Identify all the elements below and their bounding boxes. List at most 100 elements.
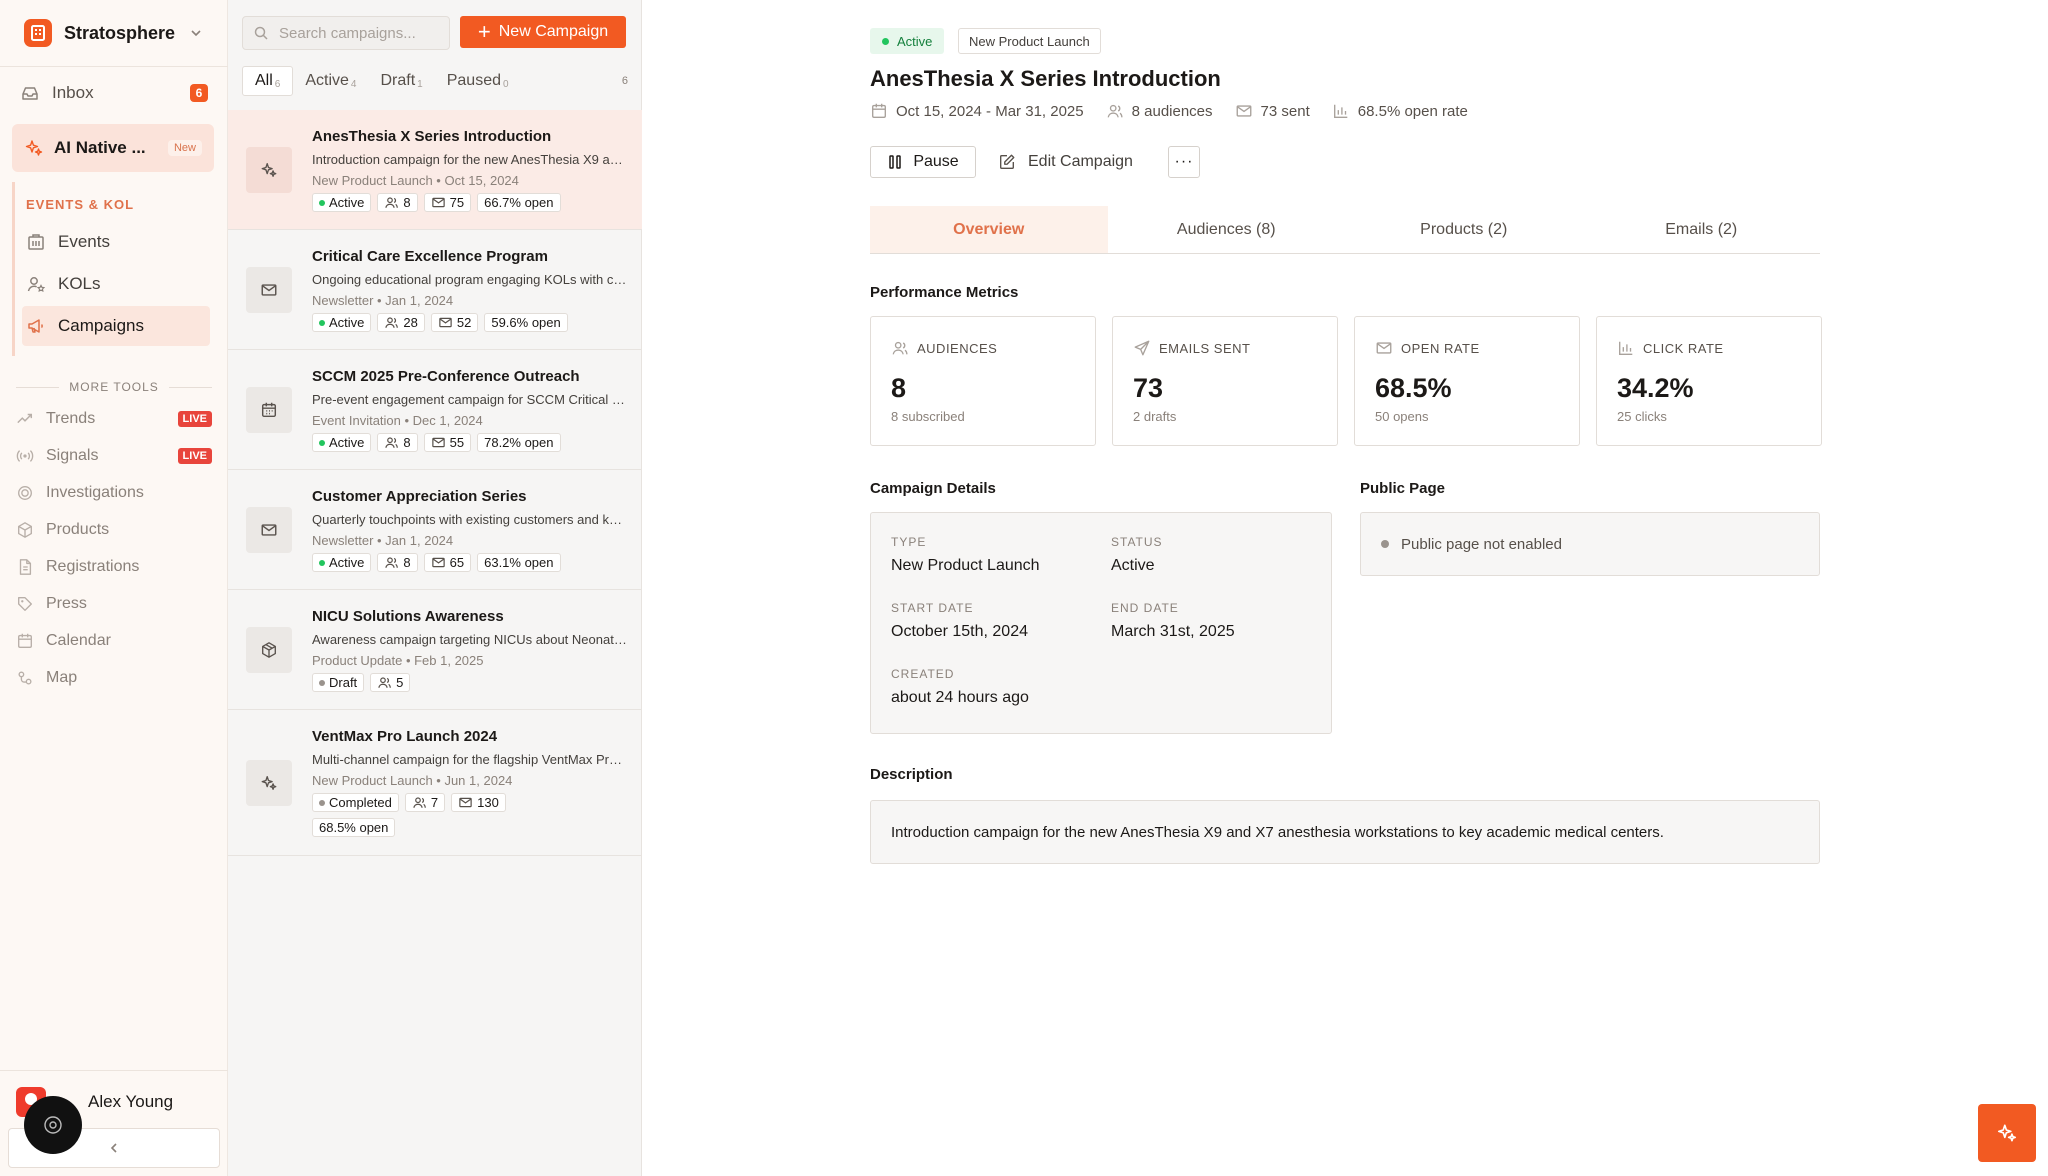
section-heading: Public Page: [1360, 480, 1446, 497]
metric-value: 34.2%: [1617, 373, 1694, 403]
group-title: EVENTS & KOL: [26, 197, 135, 212]
campaign-description: Introduction campaign for the new AnesTh…: [312, 152, 628, 167]
more-tools-label: MORE TOOLS: [69, 380, 159, 394]
sidebar-item-campaigns[interactable]: Campaigns: [22, 306, 210, 346]
metric-label: OPEN RATE: [1401, 340, 1480, 356]
inbox-icon: [20, 83, 40, 103]
audience-count: 5: [370, 673, 411, 692]
campaign-list-panel: + New Campaign All6 Active4 Draft1 Pause…: [228, 0, 642, 1176]
open-rate-summary: 68.5% open rate: [1357, 102, 1468, 120]
search-box[interactable]: [242, 16, 450, 50]
email-count-text: 55: [449, 435, 465, 450]
users-icon: [377, 675, 392, 690]
record-button[interactable]: [24, 1096, 82, 1154]
mail-icon: [431, 435, 446, 450]
sidebar-item-products[interactable]: Products: [16, 515, 212, 545]
sidebar-item-trends[interactable]: Trends LIVE: [16, 404, 212, 434]
campaign-card[interactable]: Critical Care Excellence Program Ongoing…: [228, 230, 642, 350]
ai-assistant-button[interactable]: [1978, 1104, 2036, 1162]
campaign-meta: Product Update • Feb 1, 2025: [312, 653, 484, 668]
more-tools-heading: MORE TOOLS: [16, 380, 213, 394]
campaign-card[interactable]: AnesThesia X Series Introduction Introdu…: [228, 110, 642, 230]
tab-products[interactable]: Products (2): [1345, 206, 1583, 253]
workspace-switcher[interactable]: Stratosphere: [24, 19, 204, 47]
audience-count: 8: [377, 553, 418, 572]
record-icon: [42, 1114, 64, 1136]
field-value: about 24 hours ago: [891, 689, 1029, 706]
users-icon: [384, 435, 399, 450]
pause-icon: [887, 154, 903, 170]
sidebar-item-calendar[interactable]: Calendar: [16, 626, 212, 656]
search-input[interactable]: [279, 24, 429, 42]
send-icon: [1133, 339, 1151, 357]
pause-button[interactable]: Pause: [870, 146, 976, 178]
bar-chart-icon: [1332, 102, 1350, 120]
campaign-title: Critical Care Excellence Program: [312, 248, 548, 265]
description-panel: Introduction campaign for the new AnesTh…: [870, 800, 1820, 864]
tab-overview[interactable]: Overview: [870, 206, 1108, 253]
campaign-details-panel: TYPE New Product Launch STATUS Active STAR…: [870, 512, 1332, 734]
status-text: Completed: [329, 795, 392, 810]
new-campaign-button[interactable]: + New Campaign: [460, 16, 626, 48]
sidebar-item-signals[interactable]: Signals LIVE: [16, 441, 212, 471]
filter-active[interactable]: Active 4: [293, 66, 368, 96]
type-badge: New Product Launch: [958, 28, 1101, 54]
document-icon: [16, 558, 34, 576]
status-badge: Active: [312, 553, 372, 572]
sidebar-item-investigations[interactable]: Investigations: [16, 478, 212, 508]
filter-count: 6: [274, 78, 281, 90]
mail-icon: [1375, 339, 1393, 357]
search-icon: [253, 25, 269, 41]
calendar-icon: [16, 632, 34, 650]
campaign-description: Quarterly touchpoints with existing cust…: [312, 512, 628, 527]
metric-subtext: 50 opens: [1375, 409, 1429, 424]
field-label: END DATE: [1111, 601, 1179, 615]
sidebar-item-label: Products: [46, 521, 110, 538]
sidebar-item-events[interactable]: Events: [22, 222, 210, 262]
sidebar-item-map[interactable]: Map: [16, 663, 212, 693]
chevron-left-icon: [106, 1140, 122, 1156]
sidebar-item-ai-native[interactable]: AI Native ... New: [12, 124, 214, 172]
sparkles-icon: [260, 774, 278, 792]
tab-emails[interactable]: Emails (2): [1583, 206, 1821, 253]
campaign-card[interactable]: SCCM 2025 Pre-Conference Outreach Pre-ev…: [228, 350, 642, 470]
mail-icon: [260, 281, 278, 299]
campaign-meta: New Product Launch • Oct 15, 2024: [312, 173, 519, 188]
plus-icon: +: [477, 19, 491, 44]
campaign-card[interactable]: VentMax Pro Launch 2024 Multi-channel ca…: [228, 710, 642, 856]
sidebar-item-inbox[interactable]: Inbox 6: [16, 73, 212, 113]
sidebar-item-registrations[interactable]: Registrations: [16, 552, 212, 582]
sidebar-item-label: AI Native ...: [54, 138, 146, 157]
field-value: March 31st, 2025: [1111, 623, 1235, 640]
email-count-text: 52: [456, 315, 472, 330]
brand-name: Stratosphere: [64, 22, 176, 43]
sidebar-item-label: Trends: [46, 410, 96, 427]
open-rate-badge: 63.1% open: [477, 553, 561, 572]
campaign-card[interactable]: Customer Appreciation Series Quarterly t…: [228, 470, 642, 590]
status-text: Active: [329, 315, 365, 330]
sidebar-item-press[interactable]: Press: [16, 589, 212, 619]
bar-chart-icon: [1617, 339, 1635, 357]
more-options-button[interactable]: ···: [1168, 146, 1200, 178]
page-title: AnesThesia X Series Introduction: [870, 66, 1221, 91]
campaign-meta: New Product Launch • Jun 1, 2024: [312, 773, 513, 788]
campaign-card[interactable]: NICU Solutions Awareness Awareness campa…: [228, 590, 642, 710]
field-value: October 15th, 2024: [891, 623, 1028, 640]
filter-paused[interactable]: Paused 0: [435, 66, 521, 96]
detail-field-end-date: END DATE March 31st, 2025: [1111, 601, 1235, 641]
sent-summary: 73 sent: [1260, 102, 1310, 120]
mail-icon: [1235, 102, 1253, 120]
target-icon: [16, 484, 34, 502]
sparkles-icon: [24, 138, 44, 158]
filter-draft[interactable]: Draft 1: [368, 66, 434, 96]
users-icon: [412, 795, 427, 810]
detail-tabs: Overview Audiences (8) Products (2) Emai…: [870, 206, 1820, 254]
filter-all[interactable]: All 6: [242, 66, 294, 96]
sidebar-item-kols[interactable]: KOLs: [22, 264, 210, 304]
public-page-status: Public page not enabled: [1401, 535, 1562, 553]
campaign-type-icon: [246, 507, 292, 553]
tab-audiences[interactable]: Audiences (8): [1108, 206, 1346, 253]
edit-campaign-button[interactable]: Edit Campaign: [998, 146, 1133, 178]
building-icon: [26, 232, 46, 252]
email-count: 65: [423, 553, 472, 572]
